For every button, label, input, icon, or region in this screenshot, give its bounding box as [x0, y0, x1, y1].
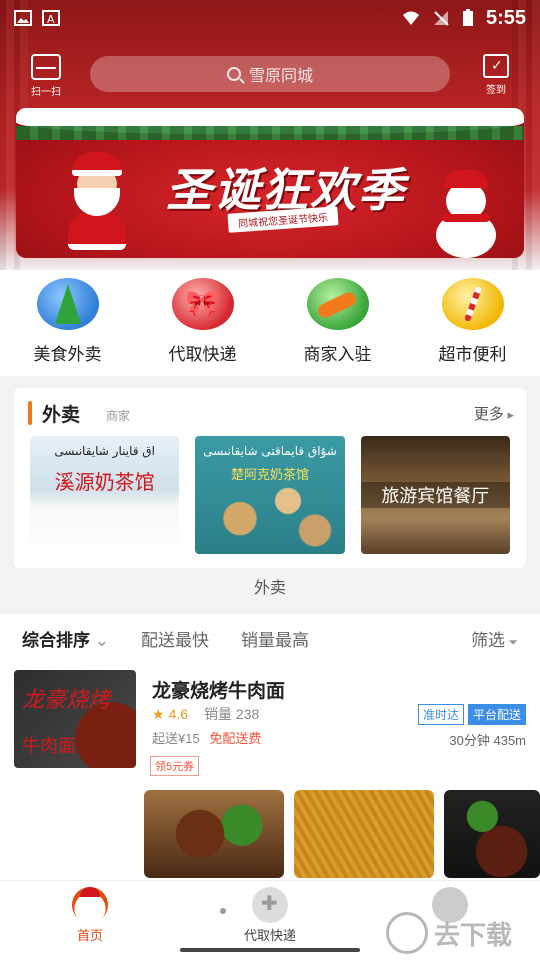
ontime-badge: 准时达: [417, 704, 464, 725]
sales-count: 销量 238: [204, 706, 260, 722]
search-placeholder: 雪原同城: [248, 68, 313, 85]
garland-decoration: [16, 126, 524, 140]
scan-button[interactable]: 扫一扫: [24, 54, 68, 98]
shop-image-text: 龙豪烧烤: [22, 688, 111, 713]
status-time: 5:55: [485, 6, 526, 29]
star-icon: ★: [152, 705, 165, 722]
shop-thumbnail-uyghur: شۇاق قايماقتى شايقانىسى: [203, 444, 337, 458]
candy-icon: [306, 278, 369, 330]
quick-link-label: 美食外卖: [33, 345, 102, 364]
promo-banner[interactable]: 圣诞狂欢季 同城祝您圣诞节快乐: [16, 108, 524, 258]
nav-home[interactable]: 首页: [0, 881, 180, 960]
shop-thumbnail-name: 溪源奶茶馆: [54, 470, 155, 494]
shop-badges: 准时达 平台配送: [417, 704, 526, 725]
sort-fastest-delivery[interactable]: 配送最快: [141, 626, 209, 651]
checkin-button[interactable]: 签到: [478, 54, 514, 96]
coupon-tag[interactable]: 领5元券: [150, 756, 200, 776]
quick-links: 美食外卖 代取快递 商家入驻 超市便利: [0, 270, 540, 376]
quick-link-label: 代取快递: [168, 345, 237, 364]
shop-thumbnail[interactable]: 旅游宾馆餐厅: [360, 436, 510, 554]
app-notification-icon: A: [42, 10, 60, 26]
package-icon: [252, 887, 288, 923]
christmas-tree-icon: [36, 278, 99, 330]
gallery-icon: [14, 10, 32, 26]
shop-thumbnail-uyghur: اق قاينار شايقانىسى: [54, 444, 155, 458]
sort-comprehensive[interactable]: 综合排序: [22, 626, 109, 651]
filter-button[interactable]: 筛选: [471, 626, 518, 651]
candy-cane-icon: [441, 278, 504, 330]
min-order: 起送¥15: [152, 731, 200, 746]
shop-thumbnail-name: 旅游宾馆餐厅: [360, 482, 510, 508]
watermark-logo-icon: [386, 912, 428, 954]
shop-fees: 起送¥15 免配送费: [152, 728, 261, 747]
takeout-card: 外卖 商家 更多 اق قاينار شايقانىسى 溪源奶茶馆 شۇاق …: [14, 388, 526, 568]
platform-delivery-badge: 平台配送: [467, 704, 526, 725]
dish-image[interactable]: [144, 790, 284, 878]
takeout-shop-thumbnails: اق قاينار شايقانىسى 溪源奶茶馆 شۇاق قايماقتى …: [30, 436, 510, 554]
header-background: A 5:55 扫一扫 雪原同城 签到 圣诞狂欢季 同城祝您圣诞节快乐: [0, 0, 540, 270]
quick-link-label: 商家入驻: [303, 345, 372, 364]
shop-name: 龙豪烧烤牛肉面: [152, 681, 286, 702]
sort-top-sales[interactable]: 销量最高: [241, 626, 309, 651]
quick-link-express-pickup[interactable]: 代取快递: [135, 270, 270, 376]
takeout-title: 外卖: [42, 404, 81, 426]
nav-label: 代取快递: [243, 928, 296, 943]
shop-thumbnail-name: 楚阿克奶茶馆: [230, 468, 309, 483]
search-bar[interactable]: 雪原同城: [90, 56, 450, 92]
takeout-subtitle: 商家: [106, 408, 131, 423]
svg-text:A: A: [47, 13, 55, 26]
dish-gallery: [144, 790, 540, 878]
quick-link-label: 超市便利: [438, 345, 507, 364]
watermark-text: 去下载: [434, 919, 513, 950]
battery-charging-icon: [462, 9, 473, 26]
quick-link-supermarket[interactable]: 超市便利: [405, 270, 540, 376]
section-accent-bar: [28, 401, 32, 425]
dish-image[interactable]: [294, 790, 434, 878]
shop-thumbnail[interactable]: شۇاق قايماقتى شايقانىسى 楚阿克奶茶馆: [195, 436, 345, 554]
shop-thumbnail[interactable]: اق قاينار شايقانىسى 溪源奶茶馆: [30, 436, 180, 554]
dish-image[interactable]: [444, 790, 540, 878]
status-bar: A 5:55: [0, 0, 540, 36]
snowman-home-icon: [72, 887, 108, 923]
watermark: 去下载: [386, 908, 536, 958]
gift-bow-icon: [171, 278, 234, 330]
santa-icon: [62, 152, 132, 252]
home-indicator[interactable]: [180, 948, 360, 952]
takeout-header: 外卖 商家 更多: [14, 398, 526, 428]
page-indicator-dot: [220, 908, 226, 914]
search-icon: [226, 67, 241, 81]
sort-bar: 综合排序 配送最快 销量最高 筛选: [0, 614, 540, 662]
rating-value: 4.6: [168, 706, 189, 722]
quick-link-food-delivery[interactable]: 美食外卖: [0, 270, 135, 376]
takeout-footer-label: 外卖: [253, 580, 286, 597]
quick-link-merchant-join[interactable]: 商家入驻: [270, 270, 405, 376]
snowman-icon: [430, 168, 500, 258]
more-link[interactable]: 更多: [474, 403, 514, 424]
shop-list-item[interactable]: 龙豪烧烤 牛肉面 龙豪烧烤牛肉面 ★ 4.6 销量 238 准时达 平台配送 起…: [0, 662, 540, 880]
no-signal-icon: [433, 11, 449, 26]
shop-image: 龙豪烧烤 牛肉面: [14, 670, 136, 768]
checkin-label: 签到: [486, 85, 506, 96]
shop-image-text: 牛肉面: [22, 736, 76, 757]
shop-eta-distance: 30分钟 435m: [449, 733, 526, 748]
wifi-icon: [402, 11, 419, 25]
scan-icon: [31, 54, 61, 80]
nav-label: 首页: [76, 928, 103, 943]
scan-label: 扫一扫: [31, 87, 61, 98]
shop-rating: ★ 4.6 销量 238: [152, 704, 259, 724]
delivery-fee: 免配送费: [209, 731, 262, 746]
calendar-check-icon: [483, 54, 509, 78]
